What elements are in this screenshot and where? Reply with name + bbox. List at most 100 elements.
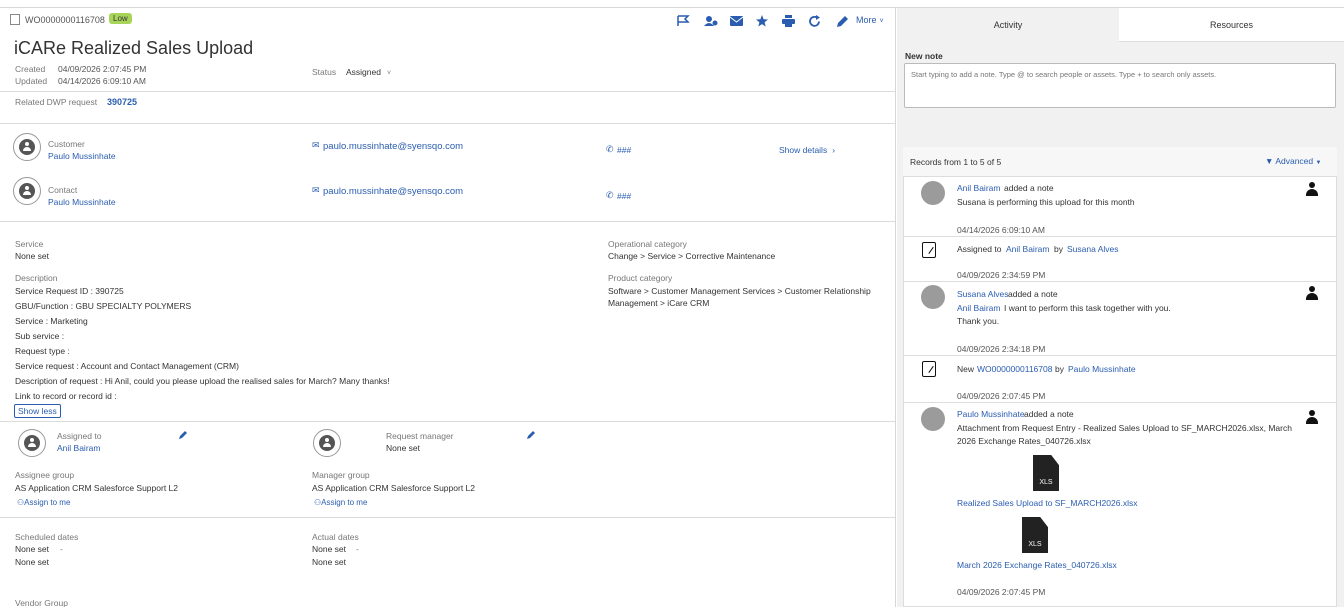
operational-category-value: Change > Service > Corrective Maintenanc… <box>608 251 776 261</box>
attachment-link[interactable]: March 2026 Exchange Rates_040726.xlsx <box>957 560 1117 570</box>
print-icon[interactable] <box>782 15 795 27</box>
manager-group-value: AS Application CRM Salesforce Support L2 <box>312 483 476 493</box>
description-line: Service : Marketing <box>15 316 88 326</box>
divider <box>0 91 895 92</box>
edit-icon[interactable] <box>178 430 188 440</box>
entry-text: I want to perform this task together wit… <box>1004 303 1171 313</box>
entry-author-link[interactable]: Anil Bairam <box>957 183 1000 193</box>
entry-text: Thank you. <box>957 316 1000 326</box>
activity-list <box>903 147 1337 607</box>
description-line: Service Request ID : 390725 <box>15 286 124 296</box>
scheduled-dates-label: Scheduled dates <box>15 532 79 542</box>
contact-phone[interactable]: ### <box>617 191 631 201</box>
updated-value: 04/14/2026 6:09:10 AM <box>58 76 146 86</box>
contact-name-link[interactable]: Paulo Mussinhate <box>48 197 116 207</box>
ticket-type-icon <box>10 14 20 25</box>
avatar <box>921 285 945 309</box>
entry-text: Susana is performing this upload for thi… <box>957 197 1135 207</box>
description-label: Description <box>15 273 58 283</box>
entry-prefix: Assigned to <box>957 244 1002 254</box>
refresh-icon[interactable] <box>808 15 821 28</box>
entry-action: added a note <box>1024 409 1074 419</box>
status-dropdown[interactable]: Assigned ˅ <box>346 67 391 77</box>
entry-by-link[interactable]: Susana Alves <box>1067 244 1119 254</box>
top-strip <box>0 0 1344 8</box>
entry-action: added a note <box>1004 183 1054 193</box>
entry-text: 2026 Exchange Rates_040726.xlsx <box>957 436 1091 446</box>
xls-file-icon[interactable]: XLS <box>1022 517 1048 553</box>
records-count: Records from 1 to 5 of 5 <box>910 157 1002 167</box>
assigned-to-label: Assigned to <box>57 431 102 441</box>
show-details-link[interactable]: Show details › <box>779 145 835 155</box>
entry-mid: by <box>1054 244 1063 254</box>
attachment-link[interactable]: Realized Sales Upload to SF_MARCH2026.xl… <box>957 498 1137 508</box>
entry-time: 04/14/2026 6:09:10 AM <box>957 225 1045 235</box>
assign-to-me-label[interactable]: Assign to me <box>321 498 367 507</box>
description-line: Description of request : Hi Anil, could … <box>15 376 390 386</box>
mail-icon[interactable] <box>730 16 743 26</box>
avatar <box>921 407 945 431</box>
entry-author-link[interactable]: Anil Bairam <box>1006 244 1049 254</box>
phone-icon: ✆ <box>606 190 614 200</box>
divider <box>904 402 1336 403</box>
customer-email-link[interactable]: paulo.mussinhate@syensqo.com <box>323 141 463 152</box>
status-value[interactable]: Assigned <box>346 67 381 77</box>
document-icon <box>922 242 936 258</box>
avatar <box>13 133 41 161</box>
show-details-label[interactable]: Show details <box>779 145 827 155</box>
ticket-detail-panel: WO0000000116708 Low More ˅ iCARe Realized… <box>0 8 896 607</box>
contact-label: Contact <box>48 185 78 195</box>
created-value: 04/09/2026 2:07:45 PM <box>58 64 147 74</box>
page-title: iCARe Realized Sales Upload <box>14 38 254 58</box>
divider <box>0 221 895 222</box>
more-label[interactable]: More <box>856 15 877 25</box>
related-request-link[interactable]: 390725 <box>107 97 137 107</box>
entry-mention-link[interactable]: Anil Bairam <box>957 303 1000 313</box>
edit-icon[interactable] <box>526 430 536 440</box>
entry-time: 04/09/2026 2:34:59 PM <box>957 270 1046 280</box>
vendor-group-label: Vendor Group <box>15 598 68 607</box>
edit-icon[interactable] <box>836 15 849 28</box>
request-manager-label: Request manager <box>386 431 454 441</box>
actual-dates-label: Actual dates <box>312 532 359 542</box>
assign-icon[interactable] <box>704 15 718 27</box>
star-icon[interactable] <box>756 15 768 27</box>
more-menu[interactable]: More ˅ <box>856 15 884 25</box>
contact-email-link[interactable]: paulo.mussinhate@syensqo.com <box>323 186 463 197</box>
related-label: Related DWP request <box>15 97 98 107</box>
assigned-to-link[interactable]: Anil Bairam <box>57 443 100 453</box>
scheduled-start: None set <box>15 544 50 554</box>
tab-activity[interactable]: Activity <box>897 8 1119 42</box>
new-note-input[interactable]: Start typing to add a note. Type @ to se… <box>904 63 1336 108</box>
actual-end: None set <box>312 557 347 567</box>
new-note-placeholder: Start typing to add a note. Type @ to se… <box>911 70 1217 79</box>
new-note-label: New note <box>905 51 943 61</box>
xls-file-icon[interactable]: XLS <box>1033 455 1059 491</box>
assign-to-me-button[interactable]: ⚇Assign to me <box>17 498 70 507</box>
entry-prefix: New <box>957 364 975 374</box>
tab-resources[interactable]: Resources <box>1119 8 1344 42</box>
advanced-label[interactable]: Advanced <box>1275 156 1313 166</box>
entry-by-link[interactable]: Paulo Mussinhate <box>1068 364 1136 374</box>
assign-to-me-label[interactable]: Assign to me <box>24 498 70 507</box>
assignee-group-value: AS Application CRM Salesforce Support L2 <box>15 483 179 493</box>
customer-phone[interactable]: ### <box>617 145 631 155</box>
request-manager-value: None set <box>386 443 421 453</box>
entry-ticket-link[interactable]: WO0000000116708 <box>977 364 1052 374</box>
user-icon <box>1305 182 1319 196</box>
advanced-filter-button[interactable]: ▼ Advanced ▼ <box>1265 156 1321 166</box>
updated-label: Updated <box>15 76 48 86</box>
tab-resources-label[interactable]: Resources <box>1210 20 1253 30</box>
entry-author-link[interactable]: Susana Alves <box>957 289 1009 299</box>
entry-time: 04/09/2026 2:34:18 PM <box>957 344 1046 354</box>
entry-author-link[interactable]: Paulo Mussinhate <box>957 409 1025 419</box>
actual-dash: - <box>356 544 359 554</box>
assign-to-me-button[interactable]: ⚇Assign to me <box>314 498 367 507</box>
customer-name-link[interactable]: Paulo Mussinhate <box>48 151 116 161</box>
ticket-id: WO0000000116708 <box>25 15 105 25</box>
tab-activity-label[interactable]: Activity <box>994 20 1023 30</box>
service-value: None set <box>15 251 50 261</box>
show-less-button[interactable]: Show less <box>14 404 61 418</box>
service-label: Service <box>15 239 44 249</box>
flag-icon[interactable] <box>676 15 690 27</box>
